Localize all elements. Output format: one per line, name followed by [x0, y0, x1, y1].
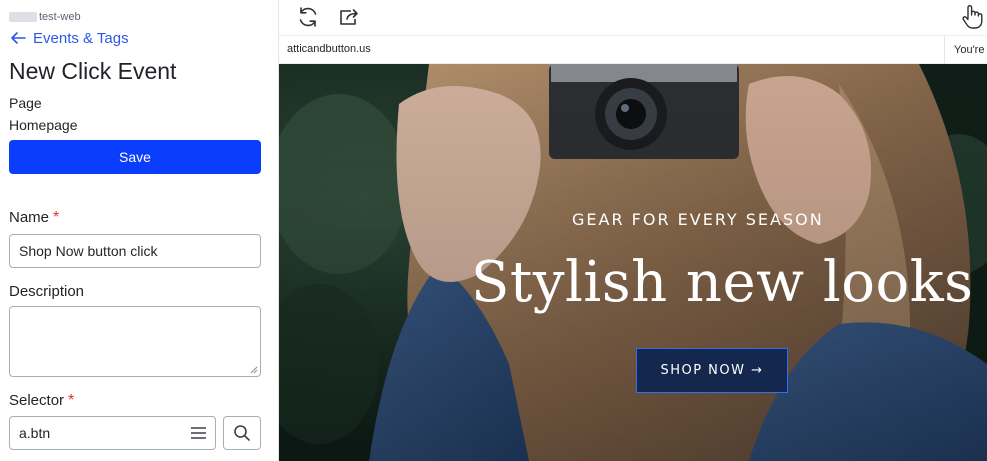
- shop-now-button[interactable]: SHOP NOW →: [636, 348, 788, 393]
- name-label: Name *: [9, 209, 59, 227]
- name-input[interactable]: [9, 234, 261, 268]
- refresh-icon: [299, 7, 317, 27]
- required-marker: *: [53, 209, 60, 226]
- page-value: Homepage: [9, 117, 78, 133]
- hero-headline: Stylish new looks: [471, 250, 974, 315]
- preview-hero-banner[interactable]: GEAR FOR EVERY SEASON Stylish new looks …: [279, 64, 987, 461]
- save-button[interactable]: Save: [9, 140, 261, 174]
- description-textarea[interactable]: [9, 306, 261, 377]
- selector-label-text: Selector: [9, 392, 65, 409]
- event-editor-panel: test-web Events & Tags New Click Event P…: [0, 0, 278, 461]
- back-link[interactable]: Events & Tags: [9, 29, 129, 47]
- description-label: Description: [9, 283, 85, 300]
- resize-handle-icon[interactable]: [250, 366, 258, 374]
- name-label-text: Name: [9, 209, 50, 226]
- preview-url-bar: atticandbutton.us You're: [279, 36, 987, 64]
- preview-url: atticandbutton.us: [287, 43, 371, 55]
- page-title: New Click Event: [9, 58, 177, 84]
- project-avatar: [9, 12, 37, 22]
- arrow-left-icon: [11, 32, 26, 44]
- refresh-button[interactable]: [295, 4, 321, 30]
- page-label: Page: [9, 95, 42, 111]
- hand-pointer-icon: [962, 5, 983, 29]
- pointer-mode-button[interactable]: [959, 4, 985, 30]
- selector-label: Selector *: [9, 392, 74, 410]
- hamburger-menu-icon[interactable]: [191, 427, 206, 439]
- back-link-label: Events & Tags: [33, 29, 129, 47]
- hero-eyebrow: GEAR FOR EVERY SEASON: [572, 210, 824, 229]
- open-external-icon: [340, 9, 358, 25]
- required-marker: *: [68, 392, 75, 409]
- preview-toolbar: [279, 0, 987, 36]
- project-label: test-web: [9, 9, 81, 25]
- open-external-button[interactable]: [336, 4, 362, 30]
- preview-status: You're: [944, 36, 987, 64]
- selector-search-button[interactable]: [223, 416, 261, 450]
- search-icon: [234, 425, 250, 441]
- selector-value: a.btn: [19, 425, 51, 441]
- project-name: test-web: [39, 11, 81, 23]
- selector-input[interactable]: a.btn: [9, 416, 216, 450]
